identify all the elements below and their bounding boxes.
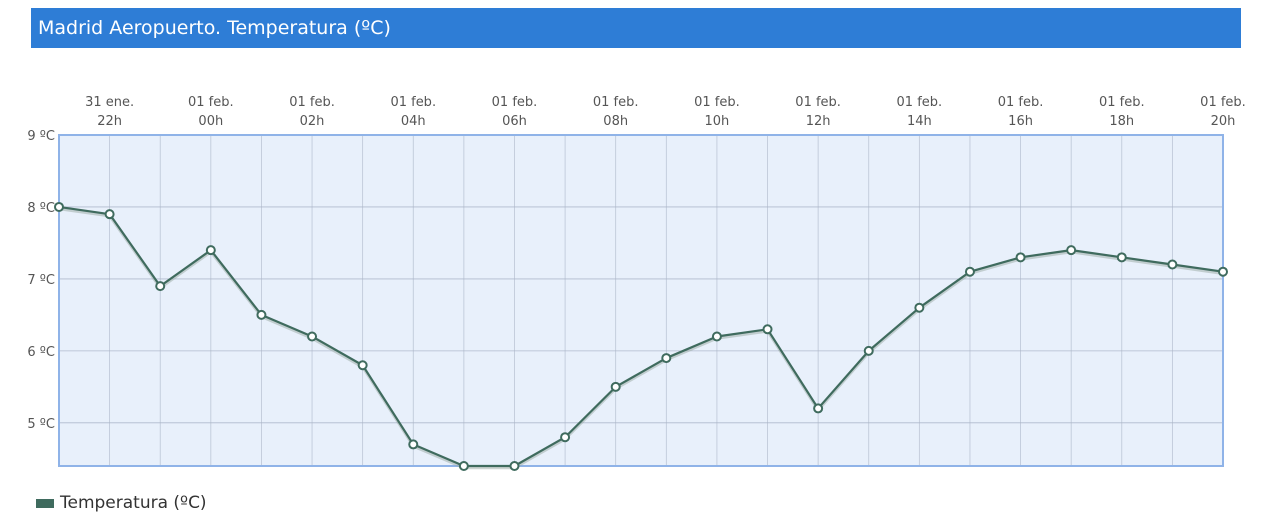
x-tick-date-label: 01 feb. [492, 95, 538, 110]
data-point [458, 461, 469, 471]
x-tick-date-label: 01 feb. [289, 95, 335, 110]
x-tick-hour-label: 06h [502, 114, 527, 129]
y-tick-label: 8 ºC [27, 201, 55, 216]
x-tick-date-label: 01 feb. [694, 95, 740, 110]
data-point [661, 353, 672, 364]
data-point [54, 201, 64, 212]
data-point [104, 209, 115, 220]
x-tick-date-label: 01 feb. [897, 95, 943, 110]
data-point [1167, 259, 1178, 270]
data-point [307, 331, 318, 342]
data-point [914, 302, 925, 313]
y-tick-label: 5 ºC [27, 417, 55, 432]
x-tick-hour-label: 16h [1008, 114, 1033, 129]
legend-swatch [36, 498, 54, 508]
x-tick-hour-label: 02h [300, 114, 325, 129]
data-point [1015, 252, 1026, 263]
data-point [155, 281, 166, 292]
y-tick-label: 7 ºC [27, 273, 55, 288]
y-tick-label: 9 ºC [27, 129, 55, 144]
plot-area [59, 135, 1223, 466]
x-tick-hour-label: 20h [1211, 114, 1236, 129]
x-tick-hour-label: 22h [97, 114, 122, 129]
x-tick-date-label: 01 feb. [390, 95, 436, 110]
data-point [711, 331, 722, 342]
data-point [408, 439, 419, 450]
x-tick-date-label: 01 feb. [188, 95, 234, 110]
x-tick-date-label: 01 feb. [795, 95, 841, 110]
x-tick-date-label: 01 feb. [1200, 95, 1246, 110]
data-point [560, 432, 571, 443]
y-tick-label: 6 ºC [27, 345, 55, 360]
data-point [205, 245, 216, 256]
x-tick-hour-label: 04h [401, 114, 426, 129]
x-tick-hour-label: 10h [705, 114, 730, 129]
x-tick-hour-label: 14h [907, 114, 932, 129]
data-point [813, 403, 824, 414]
x-tick-date-label: 01 feb. [998, 95, 1044, 110]
data-point [256, 309, 267, 320]
x-tick-date-label: 01 feb. [593, 95, 639, 110]
x-tick-date-label: 01 feb. [1099, 95, 1145, 110]
x-tick-hour-label: 18h [1109, 114, 1134, 129]
data-point [509, 461, 520, 471]
data-point [1066, 245, 1077, 256]
x-tick-date-label: 31 ene. [85, 95, 134, 110]
data-point [863, 345, 874, 356]
temperature-chart: 9 ºC 8 ºC 7 ºC 6 ºC 5 ºC 31 ene. 22h 01 feb. 00h… [27, 95, 1246, 471]
data-point [610, 381, 621, 392]
data-point [762, 324, 773, 335]
legend-label: Temperatura (ºC) [60, 493, 207, 513]
data-point [357, 360, 368, 371]
x-tick-hour-label: 08h [603, 114, 628, 129]
data-point [964, 266, 975, 277]
x-tick-hour-label: 00h [198, 114, 223, 129]
data-point [1116, 252, 1127, 263]
x-tick-hour-label: 12h [806, 114, 831, 129]
chart-legend[interactable]: Temperatura (ºC) [36, 490, 207, 516]
data-point [1218, 266, 1228, 277]
